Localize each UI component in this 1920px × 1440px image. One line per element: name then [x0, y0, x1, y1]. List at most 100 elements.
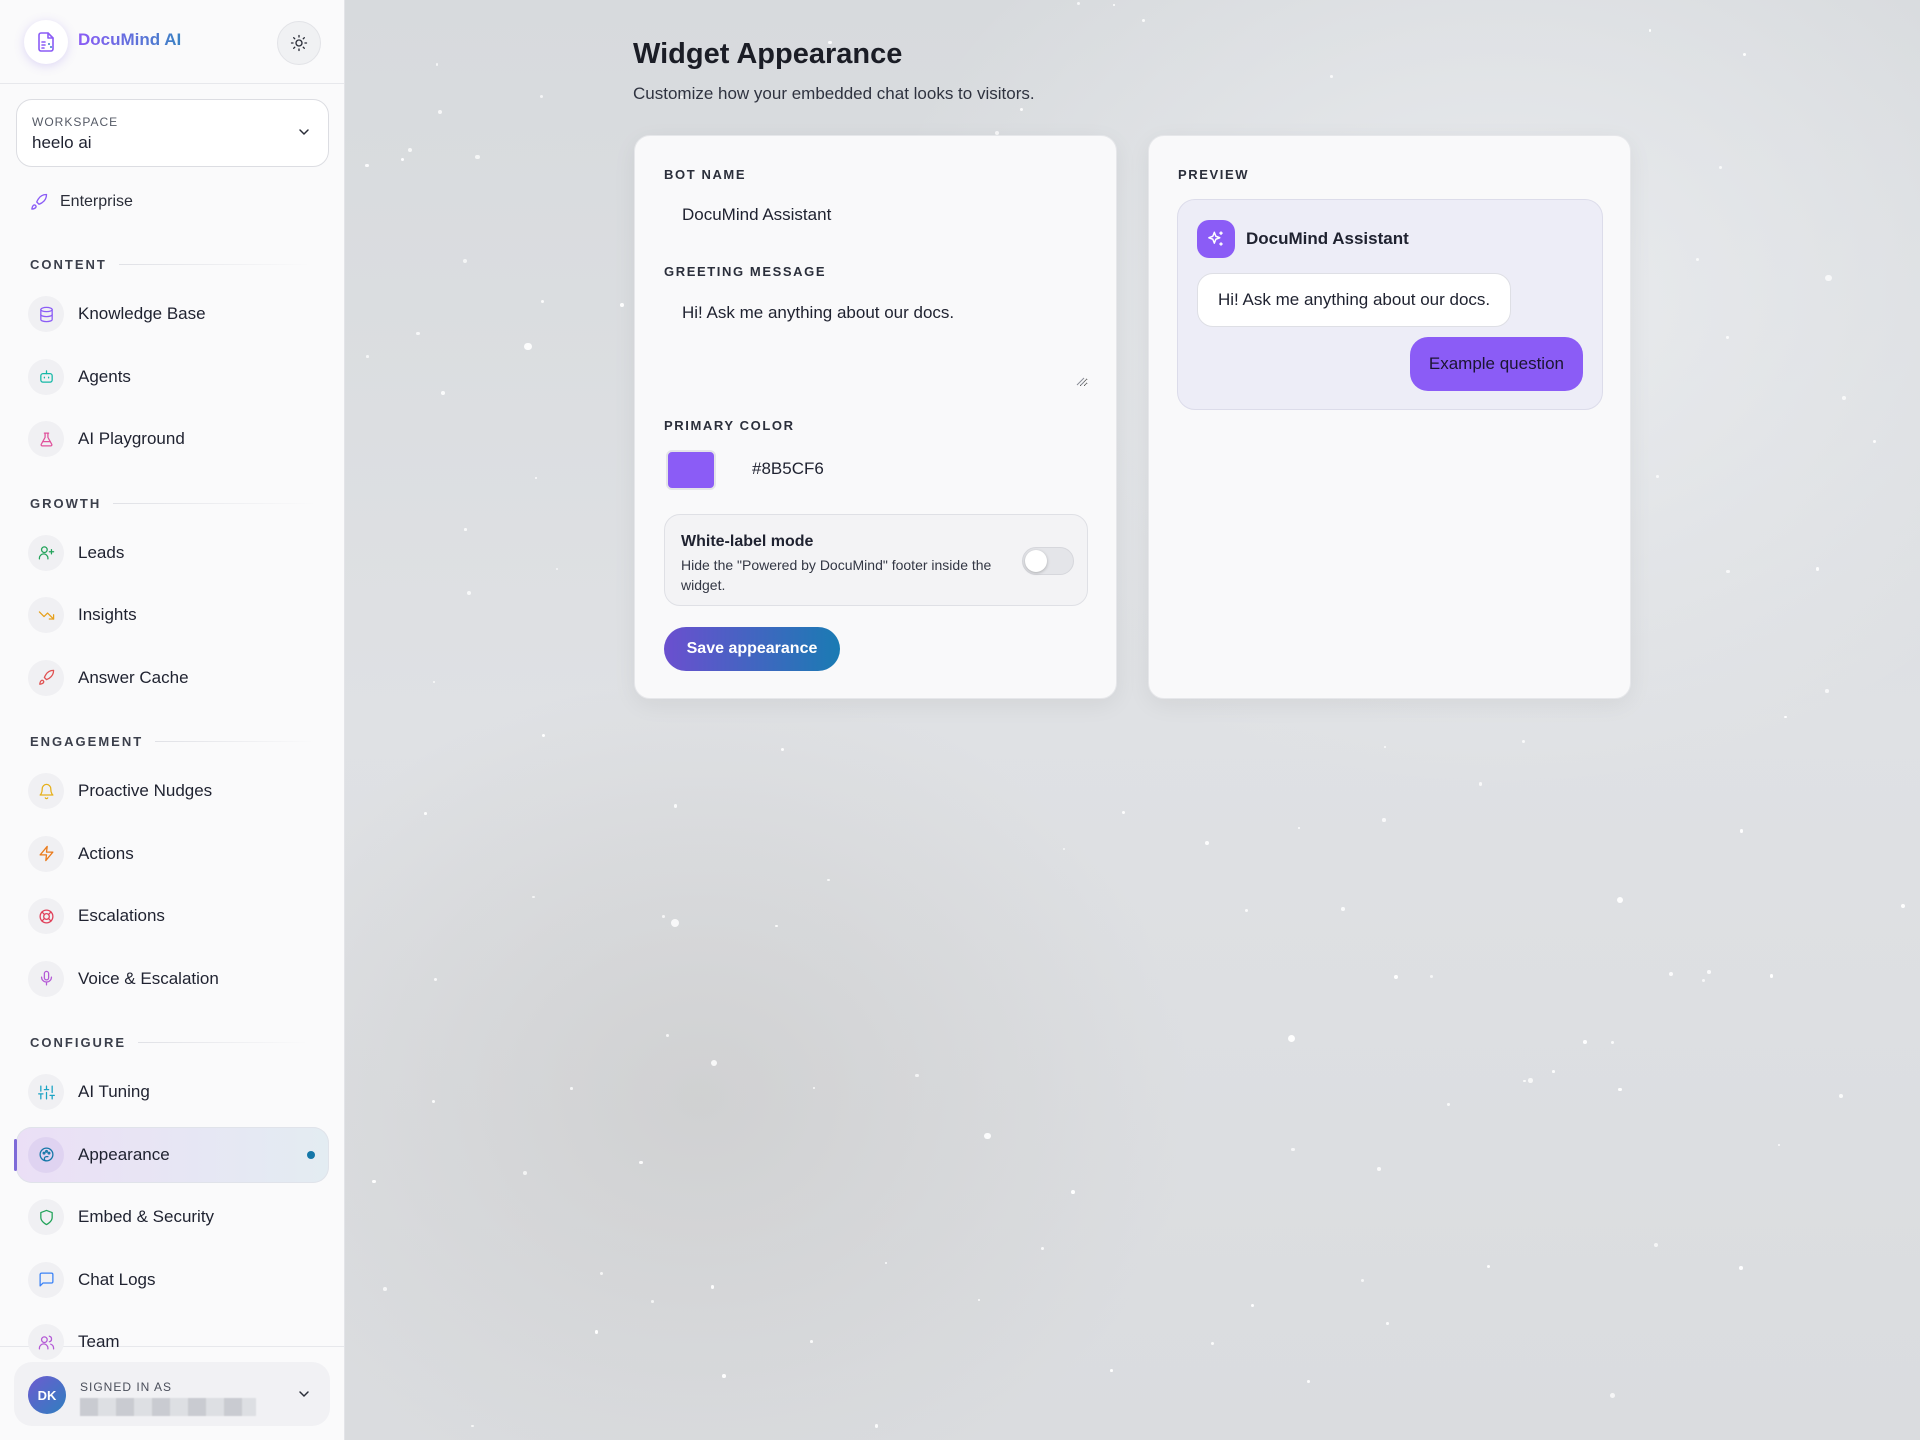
sidebar-item-answer-cache[interactable]: Answer Cache	[16, 650, 329, 706]
star-particle	[1377, 1166, 1381, 1171]
star-particle	[1360, 1279, 1364, 1283]
message-square-icon	[28, 1261, 64, 1298]
appearance-form-card: BOT NAME GREETING MESSAGE Hi! Ask me any…	[634, 135, 1117, 699]
preview-label: PREVIEW	[1178, 167, 1250, 182]
star-particle	[1076, 1, 1081, 5]
resize-grip-icon[interactable]	[1075, 376, 1085, 386]
greeting-textarea[interactable]: Hi! Ask me anything about our docs.	[664, 297, 1088, 387]
user-plus-icon	[28, 534, 64, 571]
section-title: ENGAGEMENT	[30, 734, 144, 749]
sidebar-item-ai-tuning[interactable]: AI Tuning	[16, 1064, 329, 1120]
mic-icon	[28, 960, 64, 997]
sidebar-item-appearance[interactable]: Appearance	[14, 1126, 329, 1183]
save-appearance-button[interactable]: Save appearance	[664, 627, 840, 671]
star-particle	[1109, 1368, 1113, 1372]
sidebar-item-insights[interactable]: Insights	[16, 587, 329, 643]
active-indicator-dot	[307, 1150, 315, 1159]
sidebar-item-escalations[interactable]: Escalations	[16, 888, 329, 944]
bot-name-label: BOT NAME	[664, 167, 747, 182]
sidebar-item-leads[interactable]: Leads	[16, 525, 329, 581]
star-particle	[1616, 896, 1623, 904]
sidebar-item-agents[interactable]: Agents	[16, 349, 329, 405]
workspace-selector[interactable]: WORKSPACE heelo ai	[16, 99, 329, 167]
workspace-value: heelo ai	[32, 133, 92, 152]
star-particle	[1726, 336, 1729, 339]
trending-down-icon	[28, 597, 64, 633]
database-icon	[28, 296, 64, 332]
section-engagement: ENGAGEMENT	[30, 734, 316, 749]
white-label-description: Hide the "Powered by DocuMind" footer in…	[681, 557, 992, 593]
star-particle	[673, 804, 678, 808]
sidebar: DocuMind AI WORKSPACE heelo ai Enterpris…	[0, 0, 345, 1440]
star-particle	[366, 355, 369, 358]
star-particle	[775, 924, 778, 927]
preview-bot-name: DocuMind Assistant	[1246, 229, 1409, 248]
star-particle	[1583, 1039, 1588, 1044]
star-particle	[662, 915, 665, 918]
brand-logo-icon[interactable]	[24, 20, 68, 64]
sidebar-item-label: Leads	[78, 542, 125, 562]
user-menu[interactable]: DK SIGNED IN AS	[14, 1362, 330, 1426]
star-particle	[570, 1087, 573, 1090]
section-growth: GROWTH	[30, 495, 318, 511]
star-particle	[1394, 975, 1398, 980]
star-particle	[464, 528, 467, 531]
sidebar-item-voice-and-escalation[interactable]: Voice & Escalation	[16, 951, 329, 1007]
chevron-down-icon	[299, 129, 309, 136]
star-particle	[408, 147, 413, 152]
section-divider	[113, 502, 318, 504]
palette-icon	[28, 1136, 64, 1173]
section-title: CONTENT	[30, 257, 107, 272]
star-particle	[382, 1287, 387, 1291]
star-particle	[1769, 973, 1774, 978]
section-content: CONTENT	[30, 257, 312, 272]
sliders-icon	[28, 1074, 64, 1110]
star-particle	[1521, 740, 1525, 744]
star-particle	[475, 154, 480, 160]
shield-icon	[28, 1199, 64, 1235]
star-particle	[1210, 1341, 1214, 1345]
star-particle	[1726, 569, 1730, 574]
star-particle	[1447, 1103, 1450, 1106]
star-particle	[1019, 107, 1023, 111]
sidebar-item-label: Answer Cache	[78, 667, 189, 687]
bell-icon	[28, 773, 64, 809]
bot-name-input[interactable]	[664, 200, 1088, 230]
star-particle	[1204, 841, 1209, 846]
star-particle	[810, 1340, 813, 1344]
redacted-user-name	[80, 1398, 256, 1416]
star-particle	[619, 303, 624, 307]
section-title: CONFIGURE	[30, 1035, 126, 1050]
preview-bot-message: Hi! Ask me anything about our docs.	[1197, 273, 1512, 327]
star-particle	[423, 811, 427, 815]
white-label-title: White-label mode	[681, 533, 814, 550]
theme-toggle-button[interactable]	[277, 21, 321, 65]
sidebar-item-team[interactable]: Team	[16, 1314, 329, 1370]
toggle-knob	[1025, 550, 1047, 572]
star-particle	[827, 878, 830, 882]
sidebar-item-label: Chat Logs	[78, 1269, 156, 1289]
bot-icon	[28, 358, 64, 395]
sidebar-item-label: Proactive Nudges	[78, 781, 213, 800]
star-particle	[1825, 689, 1829, 693]
star-particle	[365, 163, 369, 168]
rocket-icon	[31, 193, 48, 210]
brand-name: DocuMind AI	[78, 30, 182, 49]
white-label-toggle[interactable]	[1022, 547, 1074, 575]
color-hex-value[interactable]: #8B5CF6	[752, 459, 824, 479]
sidebar-item-proactive-nudges[interactable]: Proactive Nudges	[16, 763, 329, 819]
sidebar-item-ai-playground[interactable]: AI Playground	[16, 411, 329, 467]
plan-badge[interactable]: Enterprise	[30, 193, 133, 211]
chevron-down-icon	[299, 1391, 309, 1398]
star-particle	[1478, 781, 1483, 786]
sidebar-item-embed-and-security[interactable]: Embed & Security	[16, 1189, 329, 1245]
sun-icon	[290, 34, 308, 52]
sidebar-item-chat-logs[interactable]: Chat Logs	[16, 1252, 329, 1308]
star-particle	[555, 568, 558, 571]
star-particle	[1291, 1147, 1295, 1152]
section-title: GROWTH	[30, 495, 102, 511]
star-particle	[1655, 475, 1659, 478]
sidebar-item-actions[interactable]: Actions	[16, 826, 329, 882]
sidebar-item-knowledge-base[interactable]: Knowledge Base	[16, 286, 329, 342]
color-swatch[interactable]	[666, 450, 716, 490]
